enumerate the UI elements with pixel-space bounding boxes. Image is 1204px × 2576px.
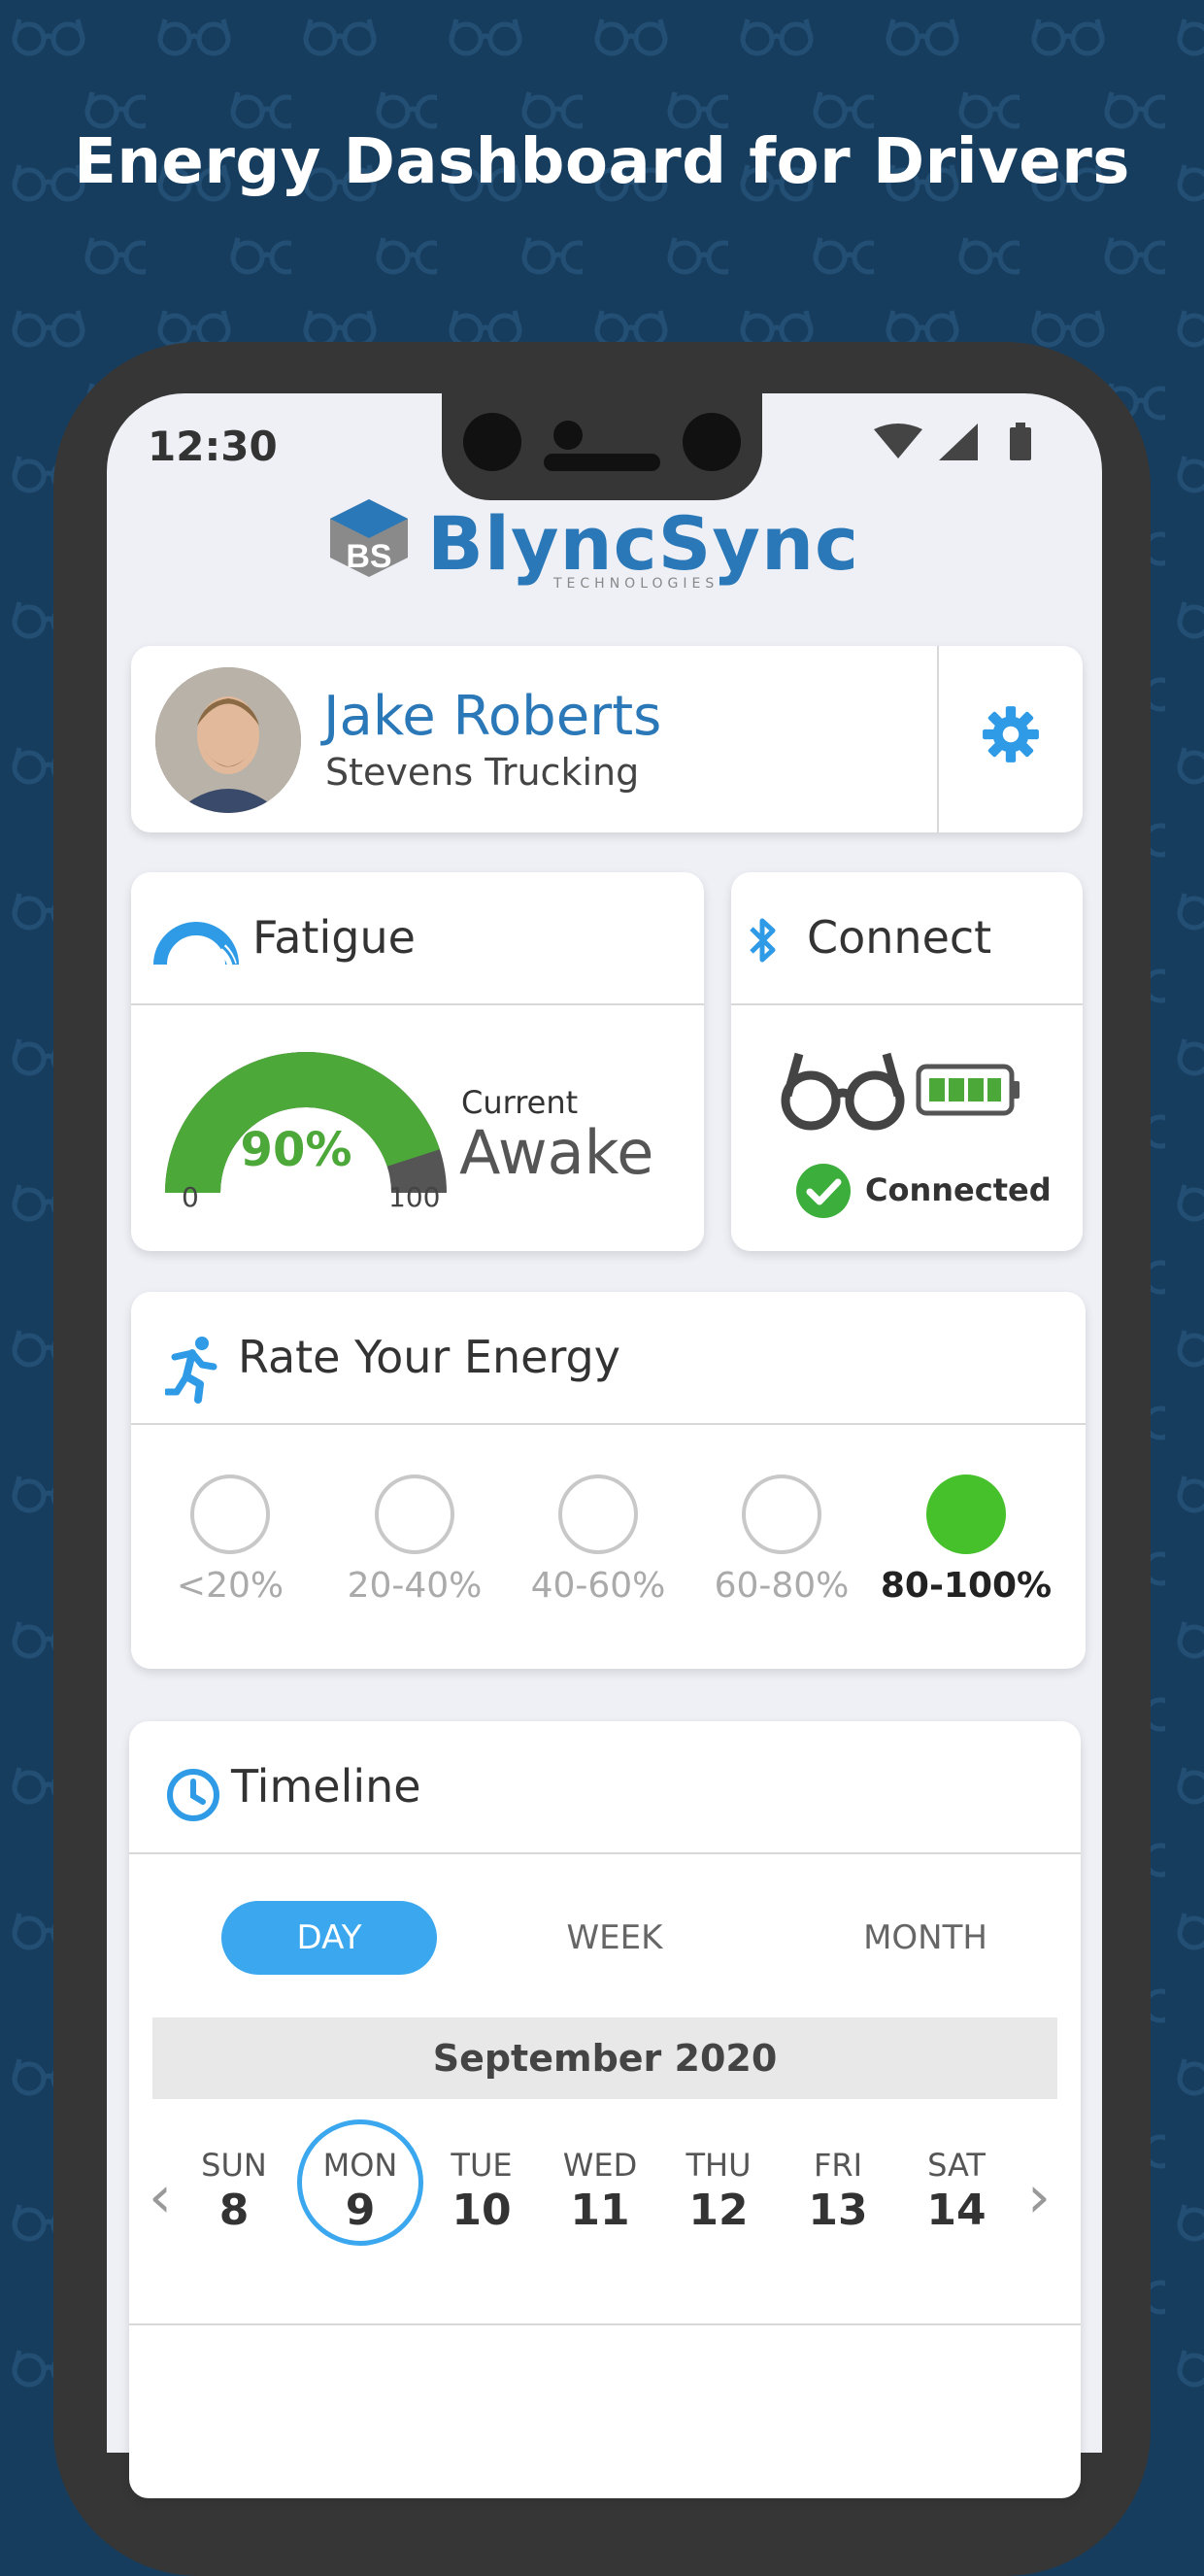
connection-status: Connected <box>865 1171 1052 1208</box>
month-header: September 2020 <box>152 2017 1057 2099</box>
battery-full-icon <box>916 1064 1020 1116</box>
day-date: 14 <box>926 2186 987 2235</box>
energy-option-label: 60-80% <box>714 1566 850 1606</box>
avatar[interactable] <box>155 667 301 813</box>
energy-option[interactable]: 40-60% <box>511 1474 686 1606</box>
timeline-title: Timeline <box>231 1760 421 1813</box>
day-date: 8 <box>218 2186 250 2235</box>
radio-circle[interactable] <box>375 1474 454 1554</box>
gauge-min-label: 0 <box>182 1181 199 1213</box>
current-state: Awake <box>459 1117 654 1188</box>
radio-circle[interactable] <box>190 1474 270 1554</box>
energy-card: Rate Your Energy <20% 20-40% 40-60% 60-8… <box>131 1292 1086 1669</box>
day-item[interactable]: TUE 10 <box>428 2147 535 2235</box>
logo-wordmark: BlyncSync <box>427 500 860 587</box>
radio-circle[interactable] <box>558 1474 638 1554</box>
fatigue-header: Fatigue <box>131 872 704 1005</box>
gauge-icon <box>153 922 239 966</box>
energy-option[interactable]: <20% <box>143 1474 318 1606</box>
camera-icon <box>683 413 741 471</box>
check-circle-icon <box>796 1164 851 1218</box>
wifi-icon <box>874 424 922 458</box>
tab-day[interactable]: DAY <box>221 1901 437 1975</box>
day-date: 10 <box>452 2186 512 2235</box>
energy-header: Rate Your Energy <box>131 1292 1086 1425</box>
timeline-card: Timeline DAY WEEK MONTH September 2020 ‹… <box>129 1721 1081 2498</box>
day-item[interactable]: SAT 14 <box>903 2147 1010 2235</box>
logo-subtitle: TECHNOLOGIES <box>553 576 719 592</box>
chevron-right-icon[interactable]: › <box>1027 2163 1051 2231</box>
tab-month[interactable]: MONTH <box>828 1901 1022 1975</box>
fatigue-card[interactable]: Fatigue 90% 0 100 Current Awake <box>131 872 704 1251</box>
day-date: 11 <box>570 2186 630 2235</box>
gauge-value: 90% <box>240 1123 352 1177</box>
clock-icon <box>167 1769 219 1821</box>
gauge-max-label: 100 <box>388 1181 441 1213</box>
day-name: TUE <box>451 2147 513 2184</box>
energy-option-label: <20% <box>176 1566 284 1606</box>
timeline-header: Timeline <box>129 1721 1081 1854</box>
day-item[interactable]: FRI 13 <box>785 2147 891 2235</box>
day-name: FRI <box>813 2147 863 2184</box>
day-name: WED <box>562 2147 638 2184</box>
energy-option[interactable]: 60-80% <box>694 1474 869 1606</box>
bluetooth-icon <box>750 918 776 963</box>
tab-week[interactable]: WEEK <box>518 1901 712 1975</box>
logo-mark-icon: BS <box>330 499 408 577</box>
divider <box>129 2323 1081 2325</box>
connect-card[interactable]: Connect Connected <box>731 872 1083 1251</box>
day-item[interactable]: THU 12 <box>665 2147 772 2235</box>
speaker-grill <box>544 454 660 471</box>
status-icons <box>874 423 1031 460</box>
glasses-icon <box>781 1052 905 1131</box>
profile-card[interactable]: Jake Roberts Stevens Trucking <box>131 646 1083 832</box>
headline: Energy Dashboard for Drivers <box>74 126 1130 198</box>
avatar-image <box>155 667 301 813</box>
chevron-left-icon[interactable]: ‹ <box>149 2163 172 2231</box>
brand-logo: BS BlyncSync TECHNOLOGIES <box>320 491 903 597</box>
running-icon <box>165 1337 217 1404</box>
divider <box>937 646 939 832</box>
signal-icon <box>939 424 978 460</box>
svg-text:BS: BS <box>346 538 391 575</box>
connect-header: Connect <box>731 872 1083 1005</box>
day-date: 9 <box>345 2186 376 2235</box>
phone-notch <box>442 384 762 500</box>
energy-option[interactable]: 20-40% <box>327 1474 502 1606</box>
battery-icon <box>1010 427 1031 460</box>
fatigue-title: Fatigue <box>252 911 416 964</box>
day-item-selected[interactable]: MON 9 <box>307 2147 414 2235</box>
status-time: 12:30 <box>148 423 278 470</box>
current-label: Current <box>461 1084 579 1121</box>
user-name: Jake Roberts <box>323 685 662 748</box>
day-item[interactable]: WED 11 <box>547 2147 653 2235</box>
radio-circle[interactable] <box>742 1474 821 1554</box>
company-name: Stevens Trucking <box>325 751 640 794</box>
energy-option-label: 80-100% <box>880 1566 1053 1606</box>
day-name: THU <box>686 2147 752 2184</box>
camera-icon <box>463 413 521 471</box>
day-name: SUN <box>201 2147 267 2184</box>
day-date: 13 <box>808 2186 868 2235</box>
day-item[interactable]: SUN 8 <box>181 2147 287 2235</box>
sensor-dot <box>553 421 583 450</box>
day-date: 12 <box>688 2186 749 2235</box>
day-name: SAT <box>927 2147 986 2184</box>
energy-option-label: 40-60% <box>530 1566 666 1606</box>
energy-option-label: 20-40% <box>347 1566 483 1606</box>
radio-circle-selected[interactable] <box>926 1474 1006 1554</box>
day-name: MON <box>322 2147 398 2184</box>
gear-icon[interactable] <box>981 704 1041 764</box>
energy-title: Rate Your Energy <box>238 1331 620 1383</box>
connect-title: Connect <box>807 911 992 964</box>
energy-option-selected[interactable]: 80-100% <box>879 1474 1054 1606</box>
